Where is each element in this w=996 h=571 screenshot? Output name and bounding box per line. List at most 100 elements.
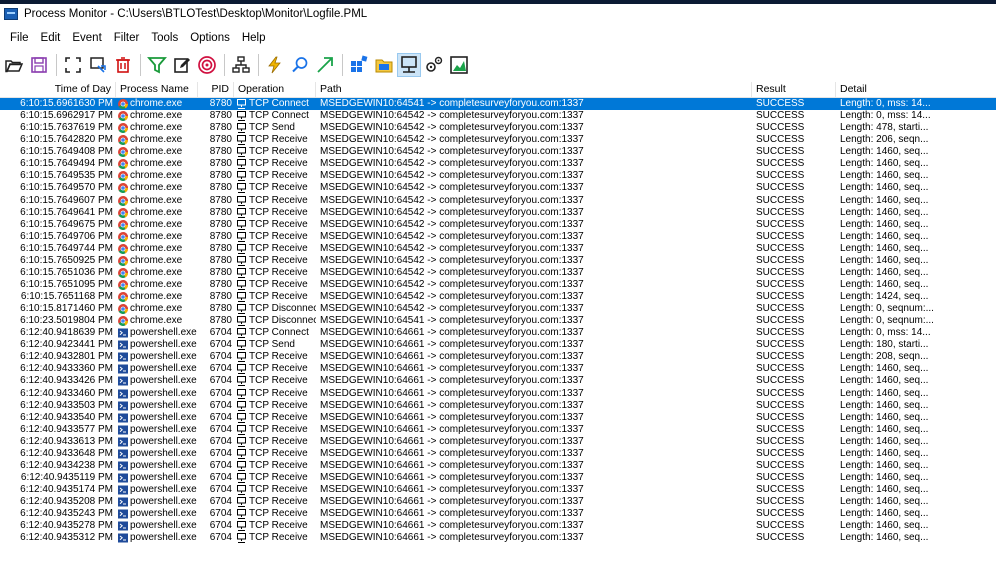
event-row[interactable]: 6:12:40.9433648 PM powershell.exe 6704 TCP … xyxy=(0,448,996,460)
event-icon[interactable] xyxy=(263,53,287,77)
cell-path: MSEDGEWIN10:64542 -> completesurveyforyo… xyxy=(320,134,584,146)
network-operation-icon xyxy=(237,159,246,170)
cell-pid: 6704 xyxy=(209,496,232,508)
process-tree-icon[interactable] xyxy=(229,53,253,77)
column-header-operation[interactable]: Operation xyxy=(234,82,316,98)
cell-process-name: powershell.exe xyxy=(130,496,197,508)
event-row[interactable]: 6:12:40.9434238 PM powershell.exe 6704 TCP … xyxy=(0,460,996,472)
event-row[interactable]: 6:12:40.9433503 PM powershell.exe 6704 TCP … xyxy=(0,400,996,412)
network-operation-icon xyxy=(237,207,246,218)
event-row[interactable]: 6:10:15.6962917 PM chrome.exe 8780 TCP Conn… xyxy=(0,110,996,122)
cell-operation-name: TCP Receive xyxy=(249,194,308,206)
event-row[interactable]: 6:12:40.9433540 PM powershell.exe 6704 TCP … xyxy=(0,412,996,424)
cell-process-name: powershell.exe xyxy=(130,435,197,447)
cell-process: powershell.exe xyxy=(116,496,198,508)
event-row[interactable]: 6:10:15.7649570 PM chrome.exe 8780 TCP Rece… xyxy=(0,182,996,194)
event-row[interactable]: 6:12:40.9433426 PM powershell.exe 6704 TCP … xyxy=(0,375,996,387)
cell-path: MSEDGEWIN10:64542 -> completesurveyforyo… xyxy=(320,122,584,134)
cell-time: 6:10:15.7649494 PM xyxy=(20,158,113,170)
cell-process: powershell.exe xyxy=(116,388,198,400)
event-row[interactable]: 6:10:15.7649744 PM chrome.exe 8780 TCP Rece… xyxy=(0,243,996,255)
network-activity-icon[interactable] xyxy=(397,53,421,77)
event-row[interactable]: 6:12:40.9435119 PM powershell.exe 6704 TCP … xyxy=(0,472,996,484)
cell-pid: 8780 xyxy=(209,266,232,278)
event-row[interactable]: 6:10:15.7651168 PM chrome.exe 8780 TCP Rece… xyxy=(0,291,996,303)
cell-pid: 6704 xyxy=(209,399,232,411)
cell-process: chrome.exe xyxy=(116,122,198,134)
cell-result: SUCCESS xyxy=(756,375,805,387)
event-row[interactable]: 6:12:40.9433613 PM powershell.exe 6704 TCP … xyxy=(0,436,996,448)
event-row[interactable]: 6:10:15.8171460 PM chrome.exe 8780 TCP Disc… xyxy=(0,303,996,315)
event-row[interactable]: 6:10:15.7649641 PM chrome.exe 8780 TCP Rece… xyxy=(0,207,996,219)
cell-operation: TCP Connect xyxy=(234,327,316,339)
cell-detail: Length: 1460, seq... xyxy=(840,266,929,278)
cell-operation-name: TCP Receive xyxy=(249,206,308,218)
column-header-result[interactable]: Result xyxy=(752,82,836,98)
menu-event[interactable]: Event xyxy=(66,32,107,44)
cell-pid: 6704 xyxy=(209,484,232,495)
column-header-detail[interactable]: Detail xyxy=(836,82,996,98)
event-row[interactable]: 6:12:40.9433460 PM powershell.exe 6704 TCP … xyxy=(0,388,996,400)
event-row[interactable]: 6:10:15.7649706 PM chrome.exe 8780 TCP Rece… xyxy=(0,231,996,243)
cell-time: 6:10:15.7651036 PM xyxy=(20,266,113,278)
registry-activity-icon[interactable] xyxy=(347,53,371,77)
process-thread-activity-icon[interactable] xyxy=(422,53,446,77)
event-row[interactable]: 6:12:40.9435174 PM powershell.exe 6704 TCP … xyxy=(0,484,996,496)
column-header-path[interactable]: Path xyxy=(316,82,752,98)
target-icon[interactable] xyxy=(195,53,219,77)
open-icon[interactable] xyxy=(2,53,26,77)
cell-process: chrome.exe xyxy=(116,303,198,315)
event-row[interactable]: 6:10:15.7637619 PM chrome.exe 8780 TCP Send… xyxy=(0,122,996,134)
column-header-time[interactable]: Time of Day xyxy=(0,82,116,98)
cell-pid: 8780 xyxy=(209,218,232,230)
event-row[interactable]: 6:12:40.9433577 PM powershell.exe 6704 TCP … xyxy=(0,424,996,436)
menu-help[interactable]: Help xyxy=(236,32,272,44)
event-row[interactable]: 6:12:40.9432801 PM powershell.exe 6704 TCP … xyxy=(0,351,996,363)
cell-path: MSEDGEWIN10:64542 -> completesurveyforyo… xyxy=(320,242,584,254)
jump-icon[interactable] xyxy=(313,53,337,77)
event-row[interactable]: 6:12:40.9423441 PM powershell.exe 6704 TCP … xyxy=(0,339,996,351)
profiling-events-icon[interactable] xyxy=(447,53,471,77)
delete-icon[interactable] xyxy=(111,53,135,77)
menu-options[interactable]: Options xyxy=(184,32,236,44)
menu-filter[interactable]: Filter xyxy=(108,32,146,44)
cell-operation-name: TCP Receive xyxy=(249,363,308,375)
cell-operation-name: TCP Receive xyxy=(249,351,308,363)
cell-time: 6:12:40.9418639 PM xyxy=(20,327,113,339)
event-row[interactable]: 6:12:40.9433360 PM powershell.exe 6704 TCP … xyxy=(0,363,996,375)
event-row[interactable]: 6:10:15.7650925 PM chrome.exe 8780 TCP Rece… xyxy=(0,255,996,267)
event-row[interactable]: 6:10:15.6961630 PM chrome.exe 8780 TCP Conn… xyxy=(0,98,996,111)
cell-pid: 6704 xyxy=(209,411,232,423)
autoscroll-icon[interactable] xyxy=(61,53,85,77)
event-row[interactable]: 6:10:15.7649607 PM chrome.exe 8780 TCP Rece… xyxy=(0,195,996,207)
filter-icon[interactable] xyxy=(145,53,169,77)
event-row[interactable]: 6:10:15.7649494 PM chrome.exe 8780 TCP Rece… xyxy=(0,158,996,170)
cell-pid: 6704 xyxy=(209,471,232,483)
cell-process-name: chrome.exe xyxy=(130,122,183,134)
event-row[interactable]: 6:10:15.7642820 PM chrome.exe 8780 TCP Rece… xyxy=(0,134,996,146)
event-row[interactable]: 6:10:15.7649535 PM chrome.exe 8780 TCP Rece… xyxy=(0,170,996,182)
event-row[interactable]: 6:10:15.7651036 PM chrome.exe 8780 TCP Rece… xyxy=(0,267,996,279)
event-row[interactable]: 6:10:15.7649675 PM chrome.exe 8780 TCP Rece… xyxy=(0,219,996,231)
network-operation-icon xyxy=(237,436,246,447)
menu-tools[interactable]: Tools xyxy=(145,32,184,44)
event-row[interactable]: 6:12:40.9435278 PM powershell.exe 6704 TCP … xyxy=(0,520,996,532)
filesystem-activity-icon[interactable] xyxy=(372,53,396,77)
save-icon[interactable] xyxy=(27,53,51,77)
clear-display-icon[interactable] xyxy=(86,53,110,77)
event-row[interactable]: 6:10:15.7651095 PM chrome.exe 8780 TCP Rece… xyxy=(0,279,996,291)
event-row[interactable]: 6:12:40.9435243 PM powershell.exe 6704 TCP … xyxy=(0,508,996,520)
event-row[interactable]: 6:12:40.9435312 PM powershell.exe 6704 TCP … xyxy=(0,532,996,544)
find-icon[interactable] xyxy=(288,53,312,77)
cell-result: SUCCESS xyxy=(756,266,805,278)
column-header-process[interactable]: Process Name xyxy=(116,82,198,98)
cell-process: chrome.exe xyxy=(116,182,198,194)
event-row[interactable]: 6:12:40.9418639 PM powershell.exe 6704 TCP … xyxy=(0,327,996,339)
highlight-icon[interactable] xyxy=(170,53,194,77)
event-row[interactable]: 6:10:23.5019804 PM chrome.exe 8780 TCP Disc… xyxy=(0,315,996,327)
column-header-pid[interactable]: PID xyxy=(198,82,234,98)
event-row[interactable]: 6:12:40.9435208 PM powershell.exe 6704 TCP … xyxy=(0,496,996,508)
menu-file[interactable]: File xyxy=(4,32,35,44)
menu-edit[interactable]: Edit xyxy=(35,32,67,44)
event-row[interactable]: 6:10:15.7649408 PM chrome.exe 8780 TCP Rece… xyxy=(0,146,996,158)
